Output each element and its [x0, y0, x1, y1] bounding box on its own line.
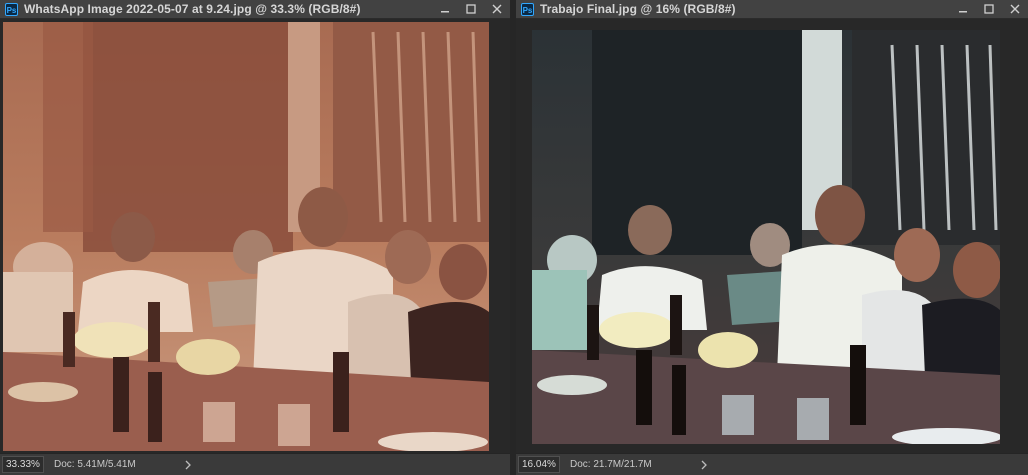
maximize-icon	[984, 4, 994, 14]
window-title: WhatsApp Image 2022-05-07 at 9.24.jpg @ …	[24, 2, 361, 16]
status-bar: 16.04% Doc: 21.7M/21.7M	[516, 453, 1028, 475]
photoshop-icon: Ps	[521, 2, 534, 16]
window-titlebar[interactable]: Ps Trabajo Final.jpg @ 16% (RGB/8#)	[516, 0, 1028, 19]
zoom-level-field[interactable]: 16.04%	[518, 456, 560, 473]
close-button[interactable]	[484, 0, 510, 18]
minimize-button[interactable]	[432, 0, 458, 18]
minimize-button[interactable]	[950, 0, 976, 18]
zoom-level-field[interactable]: 33.33%	[2, 456, 44, 473]
maximize-icon	[466, 4, 476, 14]
status-menu-button[interactable]	[184, 460, 198, 470]
minimize-icon	[959, 11, 967, 13]
canvas-area[interactable]	[0, 19, 510, 454]
document-window-restored[interactable]: Ps Trabajo Final.jpg @ 16% (RGB/8#) 16.0…	[516, 0, 1028, 475]
close-icon	[492, 4, 502, 14]
photoshop-icon: Ps	[5, 2, 18, 16]
original-photo	[3, 22, 489, 451]
status-menu-button[interactable]	[700, 460, 714, 470]
chevron-right-icon	[701, 460, 707, 469]
window-titlebar[interactable]: Ps WhatsApp Image 2022-05-07 at 9.24.jpg…	[0, 0, 510, 19]
status-bar: 33.33% Doc: 5.41M/5.41M	[0, 453, 510, 475]
canvas-area[interactable]	[516, 19, 1028, 454]
document-window-original[interactable]: Ps WhatsApp Image 2022-05-07 at 9.24.jpg…	[0, 0, 510, 475]
document-size-info: Doc: 5.41M/5.41M	[54, 459, 136, 470]
maximize-button[interactable]	[458, 0, 484, 18]
close-icon	[1010, 4, 1020, 14]
maximize-button[interactable]	[976, 0, 1002, 18]
window-title: Trabajo Final.jpg @ 16% (RGB/8#)	[540, 2, 736, 16]
chevron-right-icon	[185, 460, 191, 469]
close-button[interactable]	[1002, 0, 1028, 18]
document-size-info: Doc: 21.7M/21.7M	[570, 459, 652, 470]
restored-photo	[532, 30, 1000, 444]
minimize-icon	[441, 11, 449, 13]
